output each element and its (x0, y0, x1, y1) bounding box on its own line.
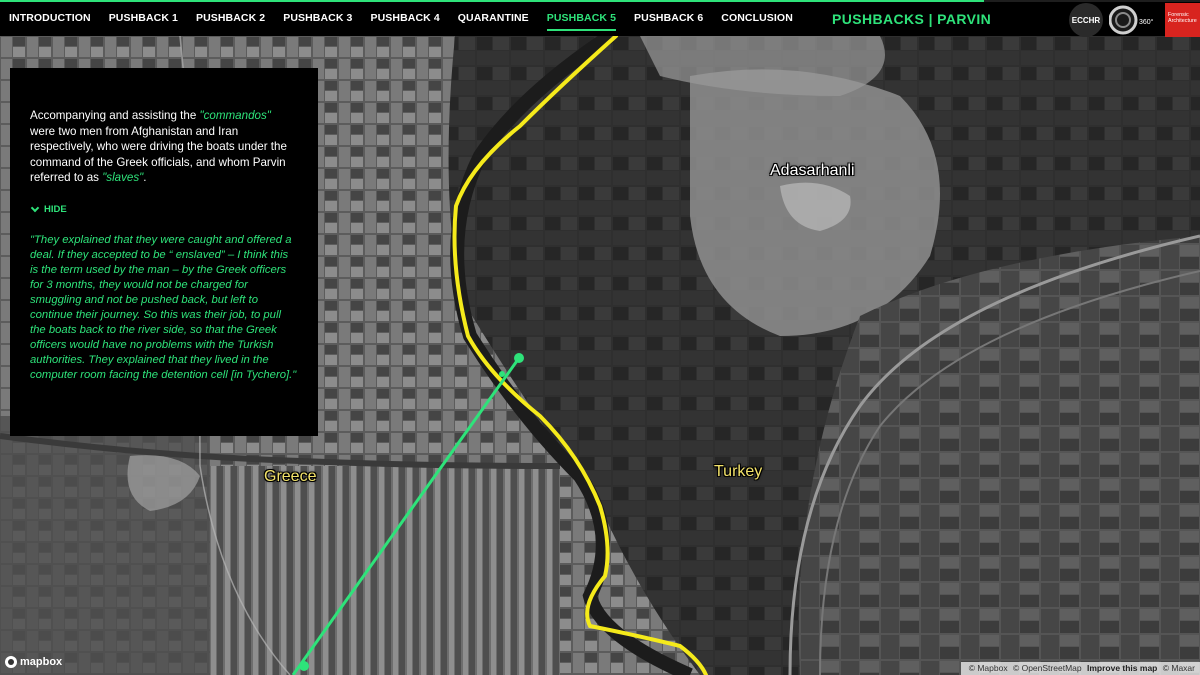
hide-label: HIDE (44, 203, 67, 215)
mapbox-icon (5, 656, 17, 668)
chevron-down-icon (30, 203, 40, 212)
nav-item-pushback-4[interactable]: PUSHBACK 4 (371, 12, 440, 31)
improve-map-link[interactable]: Improve this map (1087, 663, 1157, 673)
mapbox-wordmark: mapbox (20, 656, 63, 668)
attribution-maxar-link[interactable]: © Maxar (1163, 663, 1195, 673)
nav-item-pushback-6[interactable]: PUSHBACK 6 (634, 12, 703, 31)
story-panel: Accompanying and assisting the "commando… (10, 68, 318, 436)
story-text-end: . (143, 171, 147, 184)
nav-item-pushback-2[interactable]: PUSHBACK 2 (196, 12, 265, 31)
map-label-turkey: Turkey (714, 463, 763, 480)
highlight-slaves: "slaves" (102, 171, 144, 184)
story-paragraph: Accompanying and assisting the "commando… (30, 108, 298, 186)
top-navigation-bar: INTRODUCTION PUSHBACK 1 PUSHBACK 2 PUSHB… (0, 0, 1200, 37)
nav-item-pushback-1[interactable]: PUSHBACK 1 (109, 12, 178, 31)
map-label-greece: Greece (264, 468, 317, 485)
map-attribution: © Mapbox © OpenStreetMap Improve this ma… (960, 662, 1200, 675)
nav-item-pushback-3[interactable]: PUSHBACK 3 (283, 12, 352, 31)
story-text-start: Accompanying and assisting the (30, 109, 200, 122)
page-title: PUSHBACKS | PARVIN (832, 11, 992, 27)
attribution-mapbox-link[interactable]: © Mapbox (969, 663, 1008, 673)
ecchr-logo[interactable]: ECCHR (1069, 3, 1103, 37)
chapter-nav: INTRODUCTION PUSHBACK 1 PUSHBACK 2 PUSHB… (9, 12, 793, 31)
attribution-osm-link[interactable]: © OpenStreetMap (1013, 663, 1082, 673)
terrain-south-fields (210, 466, 560, 675)
map-label-adasarhanli: Adasarhanli (770, 162, 855, 179)
story-text-middle: were two men from Afghanistan and Iran r… (30, 124, 287, 185)
nav-item-quarantine[interactable]: QUARANTINE (458, 12, 529, 31)
progress-fill (0, 0, 984, 2)
nav-item-introduction[interactable]: INTRODUCTION (9, 12, 91, 31)
progress-track (0, 0, 1200, 2)
route-point-north (514, 353, 524, 363)
mobile-360-label: 360° (1139, 18, 1154, 26)
route-point-south (299, 661, 309, 671)
forensic-architecture-logo[interactable]: Forensic Architecture (1165, 3, 1200, 37)
highlight-commandos: "commandos" (199, 109, 271, 122)
nav-item-conclusion[interactable]: CONCLUSION (721, 12, 793, 31)
mapbox-logo[interactable]: mapbox (5, 656, 62, 668)
route-point-mid (499, 371, 505, 377)
testimony-quote: "They explained that they were caught an… (30, 233, 297, 382)
hide-testimony-button[interactable]: HIDE (30, 203, 298, 215)
partner-logos: ECCHR 360° Forensic Architecture (1069, 3, 1200, 37)
mobile-360-logo[interactable]: 360° (1108, 3, 1159, 37)
nav-item-pushback-5[interactable]: PUSHBACK 5 (546, 12, 617, 31)
